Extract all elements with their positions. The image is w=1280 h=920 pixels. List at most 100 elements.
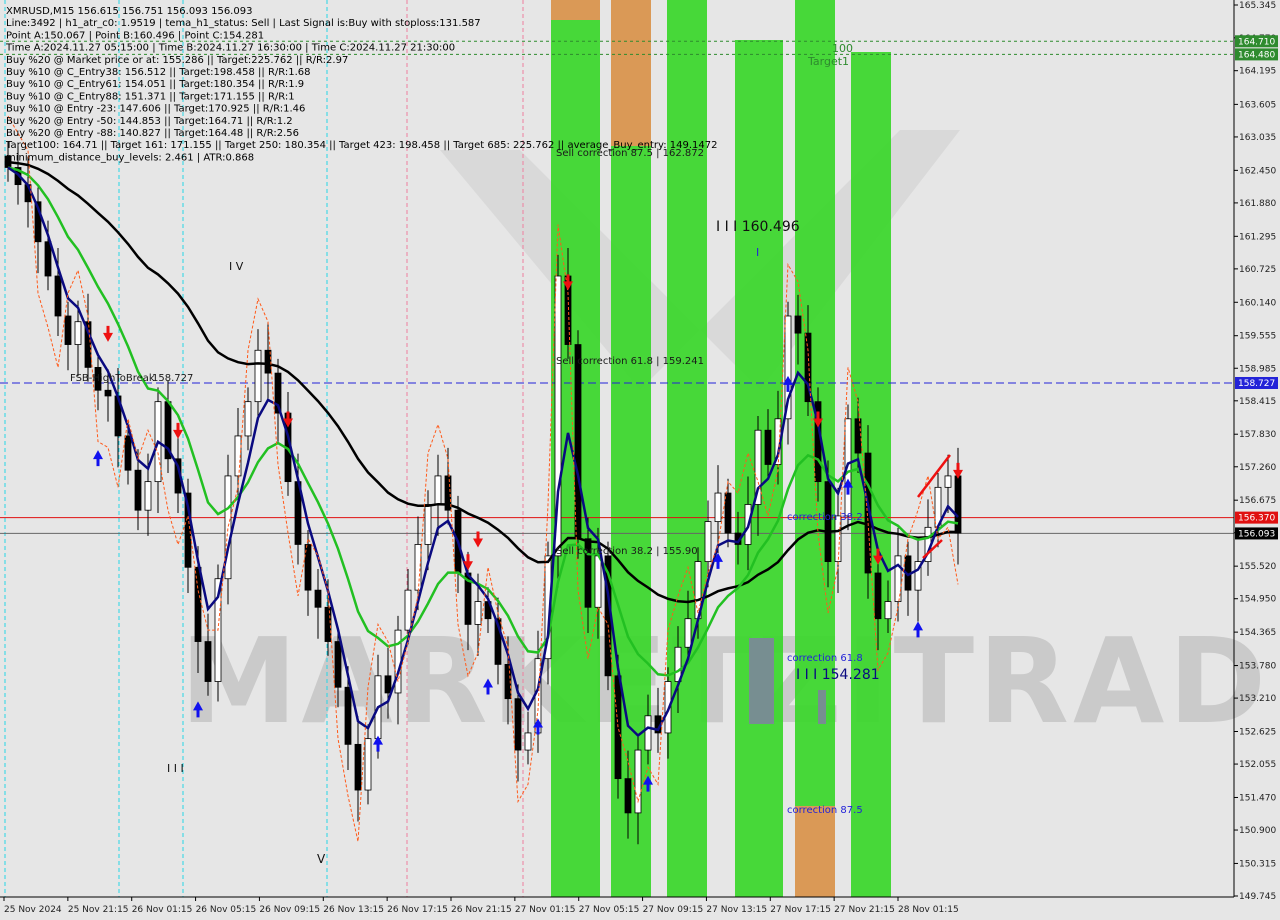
y-tick-label: 163.605 (1239, 100, 1276, 110)
x-tick-label: 26 Nov 13:15 (323, 905, 384, 915)
y-tick-label: 155.520 (1239, 562, 1276, 572)
y-tick-label: 157.830 (1239, 430, 1276, 440)
candle-body (954, 475, 962, 534)
candle-body (344, 686, 352, 745)
candle-body (434, 475, 442, 505)
x-tick-label: 26 Nov 05:15 (196, 905, 257, 915)
header-line: Time A:2024.11.27 05:15:00 | Time B:2024… (5, 43, 455, 54)
candle-body (414, 544, 422, 591)
header-line: Buy %10 @ C_Entry88: 151.371 || Target:1… (6, 91, 295, 102)
header-line: Buy %10 @ Entry -23: 147.606 || Target:1… (6, 104, 305, 115)
wave-i-label: I (756, 246, 759, 259)
candle-body (54, 275, 62, 317)
y-tick-label: 152.625 (1239, 728, 1276, 738)
candle-body (364, 738, 372, 791)
y-tick-label: 162.450 (1239, 166, 1276, 176)
y-tick-label: 156.675 (1239, 496, 1276, 506)
candle-body (254, 349, 262, 403)
candle-body (524, 732, 532, 751)
x-tick-label: 26 Nov 09:15 (259, 905, 320, 915)
y-tick-label: 164.195 (1239, 67, 1276, 77)
y-tick-label: 158.985 (1239, 364, 1276, 374)
x-tick-label: 27 Nov 05:15 (579, 905, 640, 915)
point-c-label: I I I 154.281 (796, 667, 880, 683)
candle-body (324, 606, 332, 642)
x-tick-label: 28 Nov 01:15 (898, 905, 959, 915)
candle-body (724, 492, 732, 534)
target-100-label: 100 (832, 42, 853, 55)
candle-body (394, 629, 402, 694)
wave-iv-label: I V (229, 260, 244, 273)
correction-875-label: correction 87.5 (787, 805, 863, 816)
y-tick-label: 165.345 (1239, 1, 1276, 11)
candle-body (74, 321, 82, 345)
x-tick-label: 26 Nov 21:15 (451, 905, 512, 915)
wave-iii-label: I I I (167, 762, 184, 775)
candle-body (514, 698, 522, 751)
price-badge-label: 156.093 (1238, 529, 1275, 539)
candle-body (794, 315, 802, 334)
y-tick-label: 163.035 (1239, 133, 1276, 143)
candle-body (404, 589, 412, 631)
price-badge-label: 156.370 (1238, 514, 1275, 524)
candle-body (884, 601, 892, 620)
sell-correction-618-label: Sell correction 61.8 | 159.241 (556, 356, 704, 367)
y-tick-label: 154.365 (1239, 628, 1276, 638)
candle-body (634, 749, 642, 814)
y-tick-label: 160.140 (1239, 298, 1276, 308)
candle-body (354, 743, 362, 791)
candle-body (474, 601, 482, 625)
y-tick-label: 159.555 (1239, 332, 1276, 342)
y-tick-label: 152.055 (1239, 760, 1276, 770)
candle-body (574, 344, 582, 540)
x-tick-label: 27 Nov 13:15 (706, 905, 767, 915)
y-tick-label: 153.780 (1239, 662, 1276, 672)
fsb-high-to-break-label: FSB-HighToBreak (70, 373, 155, 384)
header-line: Buy %10 @ C_Entry38: 156.512 || Target:1… (6, 67, 311, 78)
header-line: XMRUSD,M15 156.615 156.751 156.093 156.0… (6, 6, 252, 17)
candle-body (424, 504, 432, 545)
header-line: Point A:150.067 | Point B:160.496 | Poin… (6, 30, 264, 41)
candle-body (714, 492, 722, 523)
correction-382-label: correction 38.2 (787, 512, 863, 523)
candle-body (134, 469, 142, 511)
header-line: Buy %10 @ C_Entry61: 154.051 || Target:1… (6, 79, 304, 90)
candle-body (384, 675, 392, 694)
x-tick-label: 26 Nov 17:15 (387, 905, 448, 915)
candle-body (684, 618, 692, 648)
point-b-label: I I I 160.496 (716, 219, 800, 235)
zone-band (818, 690, 826, 724)
price-chart[interactable]: MARKETZITRADE Sell correction 87.5 | 162… (0, 0, 1280, 920)
candle-body (204, 641, 212, 682)
header-line: Buy %20 @ Market price or at: 155.286 ||… (6, 55, 348, 66)
correction-618-label: correction 61.8 (787, 653, 863, 664)
candle-body (144, 481, 152, 511)
candle-body (334, 641, 342, 688)
candle-body (44, 241, 52, 277)
y-tick-label: 161.880 (1239, 199, 1276, 209)
x-tick-label: 25 Nov 21:15 (68, 905, 129, 915)
sell-correction-382-label: Sell correction 38.2 | 155.90 (556, 546, 698, 557)
candle-body (944, 475, 952, 488)
candle-body (594, 555, 602, 608)
header-line: Line:3492 | h1_atr_c0: 1.9519 | tema_h1_… (6, 18, 481, 29)
candle-body (104, 389, 112, 397)
y-tick-label: 153.210 (1239, 694, 1276, 704)
target1-label: Target1 (807, 55, 849, 68)
candle-body (624, 778, 632, 814)
price-badge-label: 164.710 (1238, 37, 1275, 47)
price-badge-label: 158.727 (1238, 379, 1275, 389)
candle-body (64, 315, 72, 345)
header-line: Target100: 164.71 || Target 161: 171.155… (5, 140, 717, 151)
y-tick-label: 160.725 (1239, 265, 1276, 275)
y-tick-label: 157.260 (1239, 463, 1276, 473)
x-tick-label: 25 Nov 2024 (4, 905, 62, 915)
candle-body (244, 401, 252, 437)
candle-body (194, 566, 202, 642)
x-tick-label: 27 Nov 01:15 (515, 905, 576, 915)
candle-body (124, 435, 132, 471)
y-tick-label: 158.415 (1239, 397, 1276, 407)
candle-body (614, 675, 622, 780)
zone-band (667, 0, 707, 897)
x-tick-label: 27 Nov 09:15 (643, 905, 704, 915)
